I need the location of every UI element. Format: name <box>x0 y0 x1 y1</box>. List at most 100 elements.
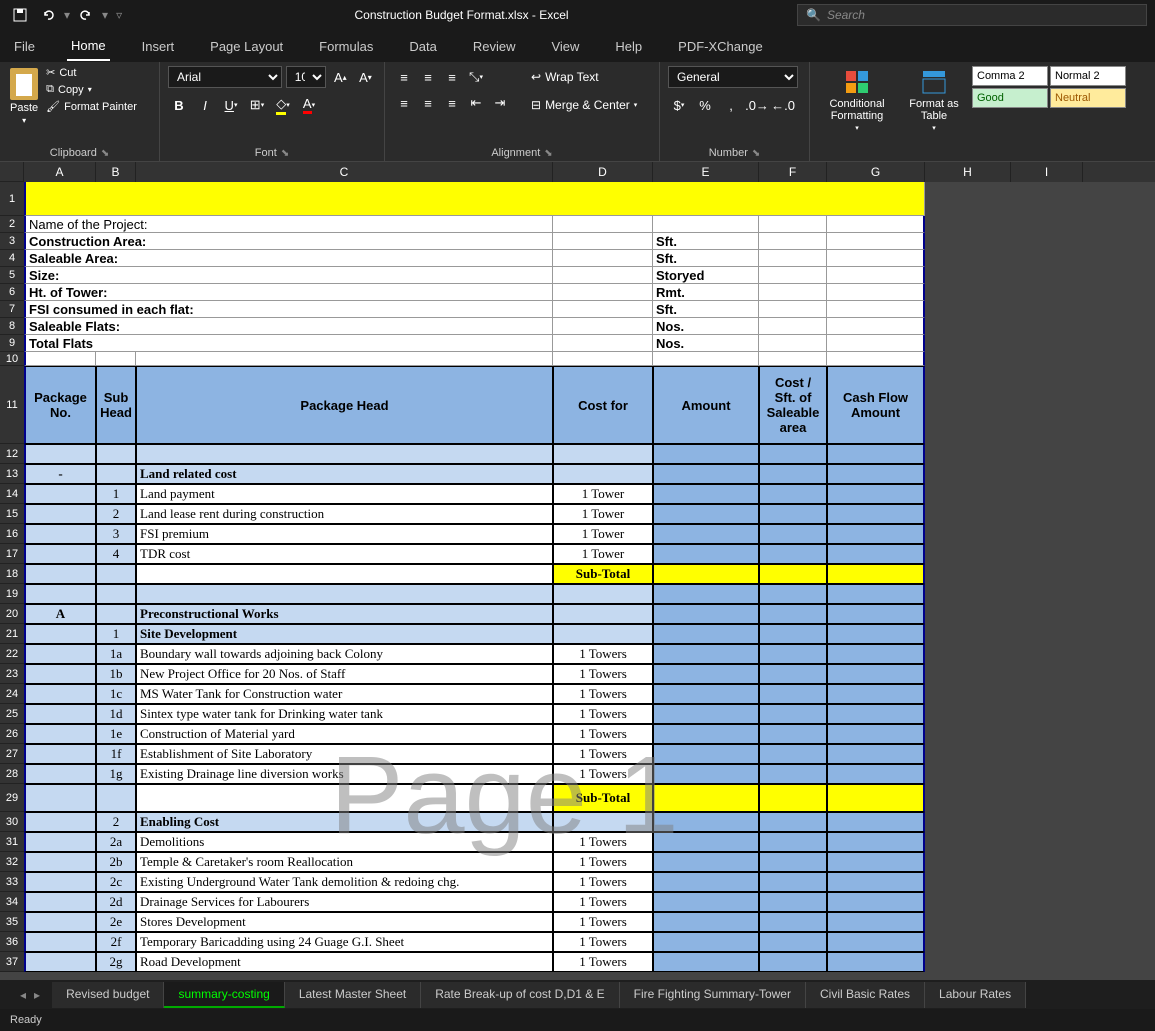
italic-button[interactable]: I <box>194 94 216 116</box>
cell[interactable]: 1 Towers <box>553 664 653 684</box>
cell[interactable] <box>24 524 96 544</box>
cell[interactable]: 1 Tower <box>553 524 653 544</box>
cut-button[interactable]: ✂Cut <box>46 66 137 79</box>
cell[interactable] <box>925 366 1011 444</box>
cell[interactable] <box>827 604 925 624</box>
cell[interactable]: 1 Tower <box>553 504 653 524</box>
menu-view[interactable]: View <box>547 33 583 60</box>
cell[interactable]: Temple & Caretaker's room Reallocation <box>136 852 553 872</box>
menu-file[interactable]: File <box>10 33 39 60</box>
cell[interactable] <box>925 216 1011 233</box>
cell[interactable]: Stores Development <box>136 912 553 932</box>
cell[interactable]: 2d <box>96 892 136 912</box>
font-name-select[interactable]: Arial <box>168 66 282 88</box>
cell[interactable]: 1 Towers <box>553 872 653 892</box>
sheet-tab[interactable]: Rate Break-up of cost D,D1 & E <box>421 982 619 1008</box>
cell[interactable] <box>96 604 136 624</box>
copy-button[interactable]: ⧉Copy ▾ <box>46 83 137 96</box>
cell[interactable] <box>24 764 96 784</box>
cell[interactable] <box>553 318 653 335</box>
col-header-A[interactable]: A <box>24 162 96 182</box>
tab-prev-icon[interactable]: ◂ <box>20 988 26 1002</box>
cell[interactable]: Sub-Total <box>553 564 653 584</box>
cell[interactable]: 1 Towers <box>553 704 653 724</box>
cell[interactable]: Land lease rent during construction <box>136 504 553 524</box>
paste-button[interactable]: Paste ▾ <box>8 66 40 127</box>
cell[interactable] <box>24 664 96 684</box>
cell[interactable] <box>24 744 96 764</box>
cell[interactable] <box>827 872 925 892</box>
row-header-5[interactable]: 5 <box>0 267 24 284</box>
cell[interactable] <box>96 584 136 604</box>
cell[interactable] <box>553 604 653 624</box>
cell[interactable]: 1a <box>96 644 136 664</box>
cell[interactable]: Cash Flow Amount <box>827 366 925 444</box>
cell[interactable]: Boundary wall towards adjoining back Col… <box>136 644 553 664</box>
row-header-4[interactable]: 4 <box>0 250 24 267</box>
cell[interactable] <box>653 832 759 852</box>
cell[interactable] <box>759 301 827 318</box>
cell[interactable] <box>1011 352 1083 366</box>
cell[interactable] <box>759 335 827 352</box>
cell[interactable] <box>1011 524 1083 544</box>
cell[interactable] <box>759 852 827 872</box>
format-as-table-button[interactable]: Format as Table▾ <box>902 66 966 134</box>
cell[interactable] <box>653 664 759 684</box>
orientation-icon[interactable]: ⤡▾ <box>465 66 487 88</box>
row-header-7[interactable]: 7 <box>0 301 24 318</box>
cell[interactable]: Sub-Total <box>553 784 653 812</box>
cell[interactable] <box>1011 604 1083 624</box>
cell[interactable] <box>1011 464 1083 484</box>
cell[interactable] <box>925 892 1011 912</box>
sheet-tab[interactable]: Civil Basic Rates <box>806 982 925 1008</box>
cell[interactable]: 2g <box>96 952 136 972</box>
menu-home[interactable]: Home <box>67 32 110 61</box>
cell[interactable] <box>24 352 96 366</box>
cell[interactable] <box>925 684 1011 704</box>
cell[interactable] <box>925 318 1011 335</box>
cell[interactable]: MS Water Tank for Construction water <box>136 684 553 704</box>
cell[interactable]: 1d <box>96 704 136 724</box>
cell[interactable] <box>1011 216 1083 233</box>
cell[interactable] <box>925 584 1011 604</box>
spreadsheet-grid[interactable]: ABCDEFGHI 123456789101112131415161718192… <box>0 162 1155 979</box>
cell[interactable]: 2c <box>96 872 136 892</box>
cell[interactable]: Land related cost <box>136 464 553 484</box>
cell[interactable]: 2a <box>96 832 136 852</box>
cell[interactable]: Nos. <box>653 318 759 335</box>
cell[interactable]: 1 Towers <box>553 724 653 744</box>
cell[interactable]: FSI consumed in each flat: <box>24 301 553 318</box>
cell[interactable] <box>827 664 925 684</box>
cell[interactable] <box>653 444 759 464</box>
cell[interactable] <box>759 504 827 524</box>
row-header-23[interactable]: 23 <box>0 664 24 684</box>
underline-button[interactable]: U ▾ <box>220 94 242 116</box>
border-button[interactable]: ⊞ ▾ <box>246 94 268 116</box>
cell[interactable] <box>136 352 553 366</box>
cell[interactable]: Construction Area: <box>24 233 553 250</box>
cell[interactable] <box>925 544 1011 564</box>
cell[interactable]: Size: <box>24 267 553 284</box>
cell[interactable]: Package Head <box>136 366 553 444</box>
cell[interactable] <box>1011 852 1083 872</box>
cell[interactable] <box>24 872 96 892</box>
cell[interactable] <box>925 644 1011 664</box>
cell[interactable] <box>553 352 653 366</box>
cell[interactable] <box>759 318 827 335</box>
indent-decrease-icon[interactable]: ⇤ <box>465 92 487 114</box>
row-header-31[interactable]: 31 <box>0 832 24 852</box>
cell[interactable] <box>925 444 1011 464</box>
cell[interactable] <box>759 644 827 664</box>
number-format-select[interactable]: General <box>668 66 798 88</box>
row-header-12[interactable]: 12 <box>0 444 24 464</box>
cell[interactable]: 2 <box>96 812 136 832</box>
cell[interactable] <box>24 444 96 464</box>
cell[interactable] <box>1011 444 1083 464</box>
cell[interactable] <box>553 301 653 318</box>
cell[interactable] <box>24 832 96 852</box>
cell[interactable] <box>827 564 925 584</box>
fill-color-button[interactable]: ◇ ▾ <box>272 94 294 116</box>
cell[interactable] <box>925 335 1011 352</box>
row-header-17[interactable]: 17 <box>0 544 24 564</box>
number-launcher-icon[interactable]: ⬊ <box>752 148 760 159</box>
